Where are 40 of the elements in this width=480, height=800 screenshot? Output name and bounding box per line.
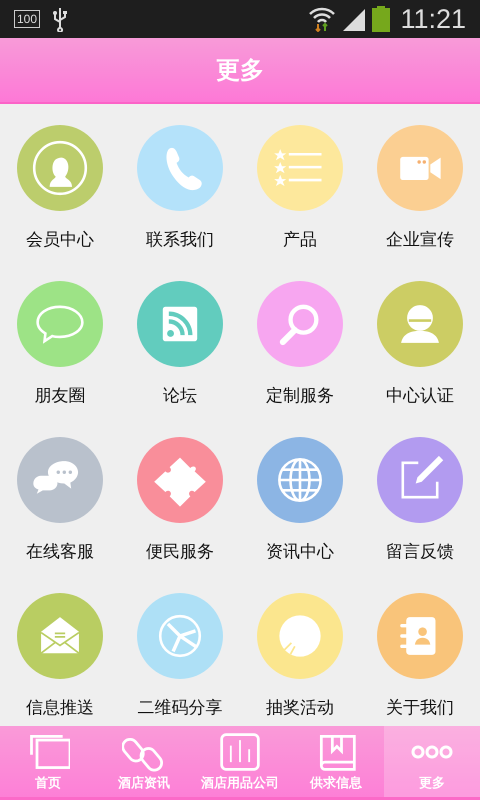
menu-item-label[interactable]: 留言反馈 — [386, 540, 454, 563]
more-dots-icon — [411, 744, 453, 758]
menu-item-label[interactable]: 资讯中心 — [266, 540, 334, 563]
menu-item-label[interactable]: 定制服务 — [266, 384, 334, 407]
menu-item-label[interactable]: 中心认证 — [386, 384, 454, 407]
menu-item-label[interactable]: 联系我们 — [146, 228, 214, 251]
speech-bubble-icon[interactable] — [17, 281, 103, 367]
magnifier-icon[interactable] — [257, 281, 343, 367]
phone-icon[interactable] — [137, 125, 223, 211]
menu-item-label[interactable]: 论坛 — [163, 384, 197, 407]
user-icon[interactable] — [377, 281, 463, 367]
signal-icon — [342, 7, 366, 31]
person-icon[interactable] — [17, 125, 103, 211]
usb-icon — [52, 6, 68, 32]
menu-item-label[interactable]: 产品 — [283, 228, 317, 251]
menu-item-label[interactable]: 便民服务 — [146, 540, 214, 563]
menu-item-label[interactable]: 在线客服 — [26, 540, 94, 563]
battery-icon — [372, 6, 390, 32]
menu-item-label[interactable]: 会员中心 — [26, 228, 94, 251]
menu-item-label[interactable]: 二维码分享 — [138, 696, 222, 719]
menu-item-label[interactable]: 企业宣传 — [386, 228, 454, 251]
page-title: 更多 — [216, 55, 264, 86]
menu-item-label[interactable]: 关于我们 — [386, 696, 454, 719]
menu-item-label[interactable]: 抽奖活动 — [266, 696, 334, 719]
chat-bubbles-icon[interactable] — [17, 437, 103, 523]
bar-chart-icon — [218, 732, 262, 772]
address-book-icon[interactable] — [377, 593, 463, 679]
globe-icon[interactable] — [257, 437, 343, 523]
battery-level-indicator: 100 — [14, 10, 40, 28]
video-camera-icon[interactable] — [377, 125, 463, 211]
pencil-icon[interactable] — [377, 437, 463, 523]
menu-item-label[interactable]: 朋友圈 — [34, 384, 86, 407]
list-icon[interactable] — [257, 125, 343, 211]
puzzle-icon[interactable] — [137, 437, 223, 523]
disc-icon[interactable] — [257, 593, 343, 679]
rss-icon[interactable] — [137, 281, 223, 367]
menu-item-label[interactable]: 信息推送 — [26, 696, 94, 719]
wifi-icon — [308, 6, 336, 32]
clock-time: 11:21 — [400, 4, 466, 34]
envelope-icon[interactable] — [17, 593, 103, 679]
